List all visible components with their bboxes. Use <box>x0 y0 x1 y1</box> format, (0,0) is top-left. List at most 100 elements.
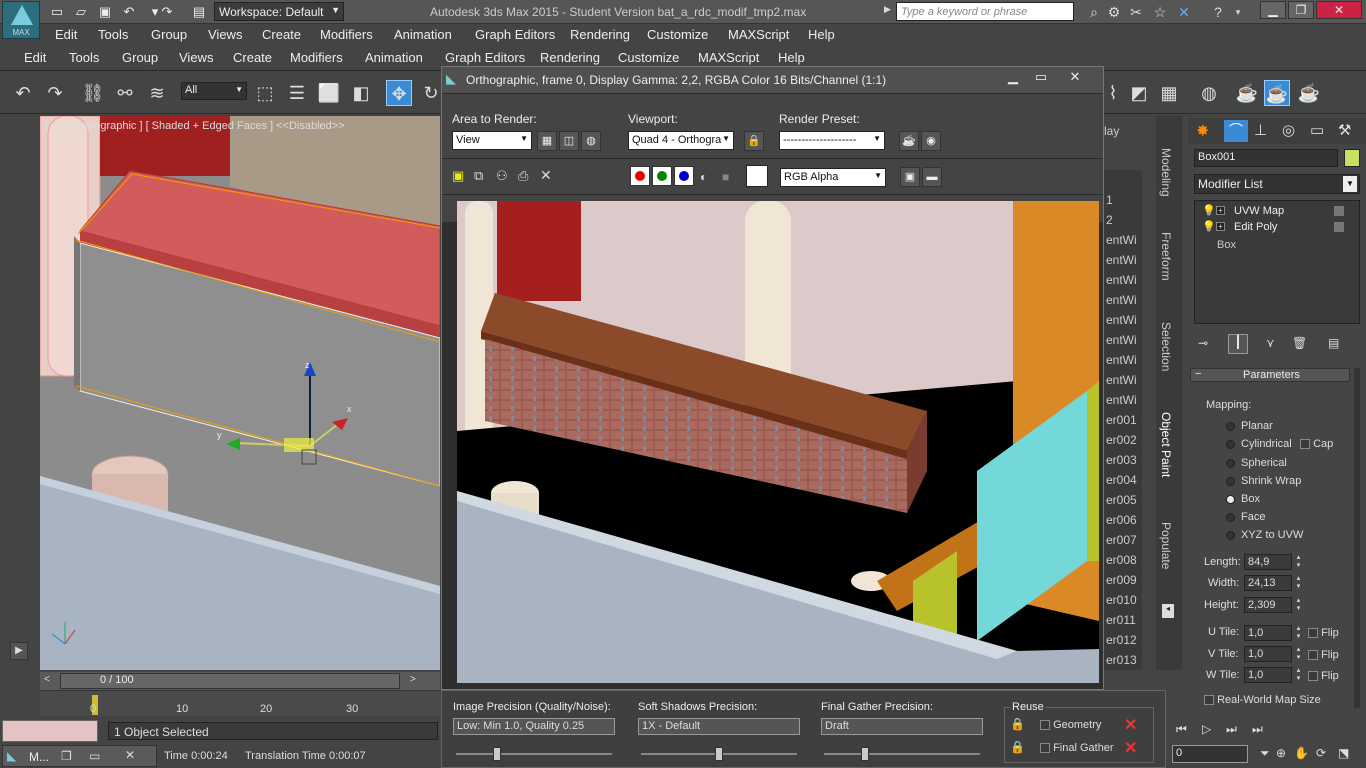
list-item[interactable]: entWi <box>1104 310 1142 330</box>
green-channel-icon[interactable] <box>652 166 672 186</box>
lock-final-gather-icon[interactable]: 🔒 <box>1010 740 1025 754</box>
orbit-icon[interactable]: ⟳ <box>1316 746 1326 760</box>
list-item[interactable]: er012 <box>1104 630 1142 650</box>
hierarchy-tab-icon[interactable]: ⊥ <box>1254 121 1267 139</box>
stack-item-edit-poly[interactable]: 💡 + Edit Poly <box>1198 220 1356 236</box>
render-teapot-icon[interactable]: ☕ <box>899 131 919 151</box>
collapse-ribbon-icon[interactable]: ◂ <box>1162 604 1174 618</box>
spinner-arrows-icon[interactable]: ▴ ▾ <box>1294 646 1303 662</box>
spinner-arrows-icon[interactable]: ▴ ▾ <box>1294 597 1303 613</box>
vtile-spinner[interactable]: 1,0 <box>1244 646 1292 662</box>
list-item[interactable]: entWi <box>1104 350 1142 370</box>
menu-modifiers-2[interactable]: Modifiers <box>290 47 343 68</box>
blue-channel-icon[interactable] <box>674 166 694 186</box>
spinner-arrows-icon[interactable]: ▴ ▾ <box>1294 625 1303 641</box>
radio-box[interactable]: Box <box>1226 493 1260 505</box>
area-to-render-dropdown[interactable]: View ▼ <box>452 131 532 150</box>
menu-create[interactable]: Create <box>262 24 301 45</box>
restore-small-icon[interactable]: ❐ <box>61 749 72 763</box>
list-item[interactable]: er013 <box>1104 650 1142 670</box>
clear-geometry-icon[interactable]: ✕ <box>1124 715 1137 735</box>
workspace-dropdown[interactable]: Workspace: Default ▼ <box>214 2 344 21</box>
wflip-checkbox[interactable]: Flip <box>1308 670 1339 682</box>
menu-graph-editors-2[interactable]: Graph Editors <box>445 47 525 68</box>
time-next-icon[interactable]: > <box>410 674 416 685</box>
auto-region-icon[interactable]: ◫ <box>559 131 579 151</box>
wtile-spinner[interactable]: 1,0 <box>1244 667 1292 683</box>
motion-tab-icon[interactable]: ◎ <box>1282 121 1295 139</box>
list-item[interactable]: er002 <box>1104 430 1142 450</box>
list-item[interactable]: er010 <box>1104 590 1142 610</box>
viewport-dropdown[interactable]: Quad 4 - Orthogra ▼ <box>628 131 734 150</box>
menu-group-2[interactable]: Group <box>122 47 158 68</box>
stack-item-uvw-map[interactable]: 💡 + UVW Map <box>1198 204 1356 220</box>
lock-viewport-icon[interactable]: 🔒 <box>744 131 764 151</box>
height-spinner[interactable]: 2,309 <box>1244 597 1292 613</box>
list-item[interactable]: er003 <box>1104 450 1142 470</box>
cap-checkbox[interactable]: Cap <box>1300 438 1333 450</box>
save-icon[interactable]: ▣ <box>96 3 114 21</box>
tab-object-paint[interactable]: Object Paint <box>1159 412 1173 477</box>
project-folder-icon[interactable]: ▤ <box>190 3 208 21</box>
unlink-icon[interactable]: ⚯ <box>112 80 138 106</box>
perspective-viewport[interactable]: z x y <box>40 116 440 670</box>
clone-window-icon[interactable]: ⚇ <box>496 168 508 184</box>
time-config-icon[interactable]: ⏷ <box>1260 746 1270 761</box>
render-setup-icon[interactable]: ◍ <box>1196 80 1222 106</box>
radio-spherical[interactable]: Spherical <box>1226 457 1287 469</box>
tab-modeling[interactable]: Modeling <box>1159 148 1173 197</box>
configure-sets-icon[interactable]: ▤ <box>1328 336 1339 350</box>
remove-modifier-icon[interactable]: 🗑 <box>1292 336 1307 350</box>
list-item[interactable]: er001 <box>1104 410 1142 430</box>
select-by-name-icon[interactable]: ☰ <box>284 80 310 106</box>
expand-plus-icon[interactable]: + <box>1216 206 1225 215</box>
list-item[interactable]: er009 <box>1104 570 1142 590</box>
render-window-titlebar[interactable]: ◣ Orthographic, frame 0, Display Gamma: … <box>442 67 1103 93</box>
maximize-small-icon[interactable]: ▭ <box>89 749 100 763</box>
select-object-icon[interactable]: ⬚ <box>252 80 278 106</box>
rfw-close-icon[interactable]: ✕ <box>1062 69 1088 87</box>
selection-region-icon[interactable]: ⬜ <box>316 80 342 106</box>
app-logo[interactable]: MAX <box>2 1 40 39</box>
list-item[interactable]: 1 <box>1104 190 1142 210</box>
list-item[interactable]: entWi <box>1104 290 1142 310</box>
new-file-icon[interactable]: ▭ <box>48 3 66 21</box>
go-to-start-icon[interactable]: ⏮ <box>1176 722 1187 737</box>
stack-toggle-icon[interactable] <box>1334 206 1344 216</box>
menu-animation[interactable]: Animation <box>394 24 452 45</box>
list-item[interactable]: er006 <box>1104 510 1142 530</box>
rfw-minimize-icon[interactable]: ▁ <box>1000 69 1026 87</box>
list-item[interactable]: er005 <box>1104 490 1142 510</box>
bind-space-warp-icon[interactable]: ≋ <box>144 80 170 106</box>
lightbulb-icon[interactable]: 💡 <box>1202 204 1216 217</box>
radio-xyz-to-uvw[interactable]: XYZ to UVW <box>1226 529 1303 541</box>
help-icon[interactable]: ? <box>1208 3 1228 21</box>
keyword-search-input[interactable]: Type a keyword or phrase <box>896 2 1074 21</box>
parameters-rollout-header[interactable]: − Parameters <box>1190 368 1350 382</box>
reuse-final-gather-checkbox[interactable]: Final Gather <box>1040 742 1114 754</box>
time-slider[interactable]: < 0 / 100 > <box>40 672 440 690</box>
help-dropdown-icon[interactable]: ▾ <box>1228 3 1248 21</box>
communication-icon[interactable]: ✂ <box>1126 3 1146 21</box>
render-setup-small-icon[interactable]: ◍ <box>581 131 601 151</box>
tab-populate[interactable]: Populate <box>1159 522 1173 569</box>
list-item[interactable]: er011 <box>1104 610 1142 630</box>
zoom-extents-icon[interactable]: ⊕ <box>1276 746 1286 760</box>
undo-icon[interactable]: ↶ <box>120 3 138 21</box>
key-mode-icon[interactable]: ⏭ <box>1252 722 1263 737</box>
menu-views[interactable]: Views <box>208 24 242 45</box>
slider-knob[interactable] <box>493 747 501 761</box>
open-file-icon[interactable]: ▱ <box>72 3 90 21</box>
render-iterative-icon[interactable]: ☕ <box>1296 80 1322 106</box>
image-precision-field[interactable]: Low: Min 1.0, Quality 0.25 <box>453 718 615 735</box>
list-item[interactable]: entWi <box>1104 270 1142 290</box>
list-item[interactable]: entWi <box>1104 370 1142 390</box>
realworld-checkbox[interactable]: Real-World Map Size <box>1204 694 1321 706</box>
edit-region-icon[interactable]: ▦ <box>537 131 557 151</box>
maxscript-listener-mini[interactable] <box>2 720 98 742</box>
width-spinner[interactable]: 24,13 <box>1244 575 1292 591</box>
restore-button[interactable]: ❐ <box>1288 1 1314 19</box>
modifier-stack[interactable]: 💡 + UVW Map 💡 + Edit Poly Box <box>1194 200 1360 324</box>
render-preset-dropdown[interactable]: -------------------- ▼ <box>779 131 885 150</box>
next-frame-icon[interactable]: ⏭ <box>1226 722 1237 737</box>
